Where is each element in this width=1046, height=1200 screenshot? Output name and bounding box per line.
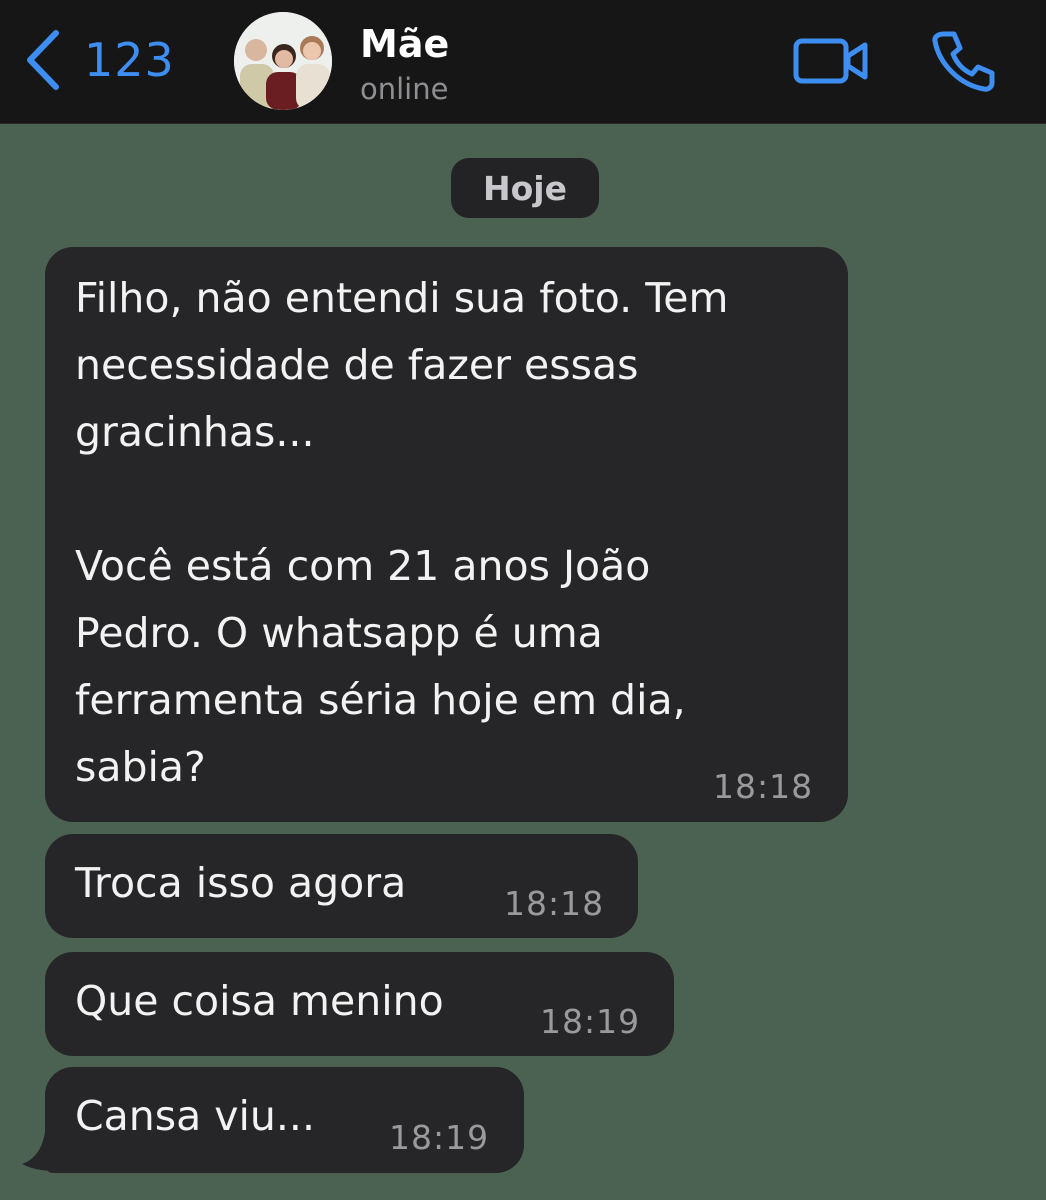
message-bubble[interactable]: Troca isso agora 18:18 [45,834,638,938]
chevron-left-icon [22,29,62,91]
message-time: 18:19 [389,1118,490,1157]
message-text: Cansa viu... [75,1092,315,1140]
bubble-tail [22,1130,60,1171]
contact-status: online [360,72,449,106]
message-time: 18:18 [504,884,605,923]
message-text: Filho, não entendi sua foto. Tem necessi… [75,274,729,791]
date-separator: Hoje [451,158,599,218]
unread-count: 123 [84,33,175,87]
contact-name[interactable]: Mãe [360,22,449,66]
message-time: 18:19 [540,1002,641,1041]
message-time: 18:18 [713,767,814,806]
avatar[interactable] [234,12,332,110]
message-bubble[interactable]: Cansa viu... 18:19 [45,1067,524,1173]
video-camera-icon [793,38,869,90]
message-text: Que coisa menino [75,977,444,1025]
video-call-button[interactable] [793,36,869,86]
phone-icon [930,31,996,96]
message-bubble[interactable]: Que coisa menino 18:19 [45,952,674,1056]
message-bubble[interactable]: Filho, não entendi sua foto. Tem necessi… [45,247,848,822]
back-button[interactable]: 123 [22,28,175,92]
message-text: Troca isso agora [75,859,407,907]
voice-call-button[interactable] [930,28,996,92]
chat-header: 123 Mãe online [0,0,1046,124]
